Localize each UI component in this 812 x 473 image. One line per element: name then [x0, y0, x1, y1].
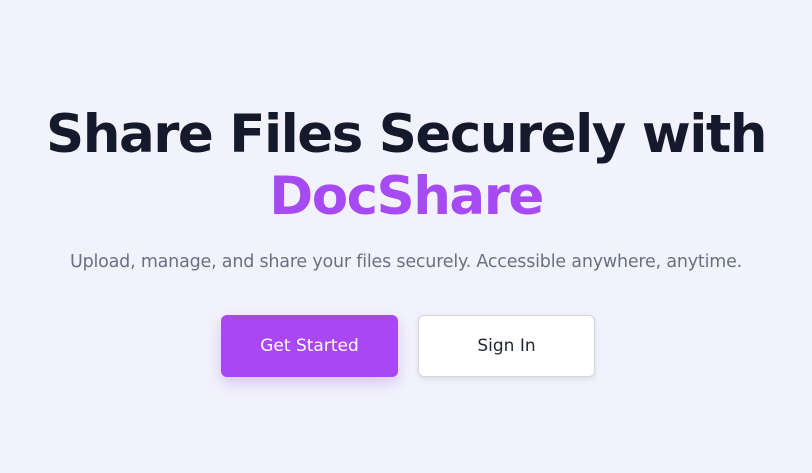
hero-headline: Share Files Securely with DocShare: [0, 104, 812, 228]
sign-in-button[interactable]: Sign In: [418, 315, 595, 377]
get-started-button[interactable]: Get Started: [221, 315, 398, 377]
brand-name: DocShare: [269, 166, 544, 227]
hero-subtitle: Upload, manage, and share your files sec…: [69, 252, 743, 272]
hero-section: Share Files Securely with DocShare Uploa…: [0, 0, 812, 473]
headline-text: Share Files Securely with: [46, 104, 767, 165]
